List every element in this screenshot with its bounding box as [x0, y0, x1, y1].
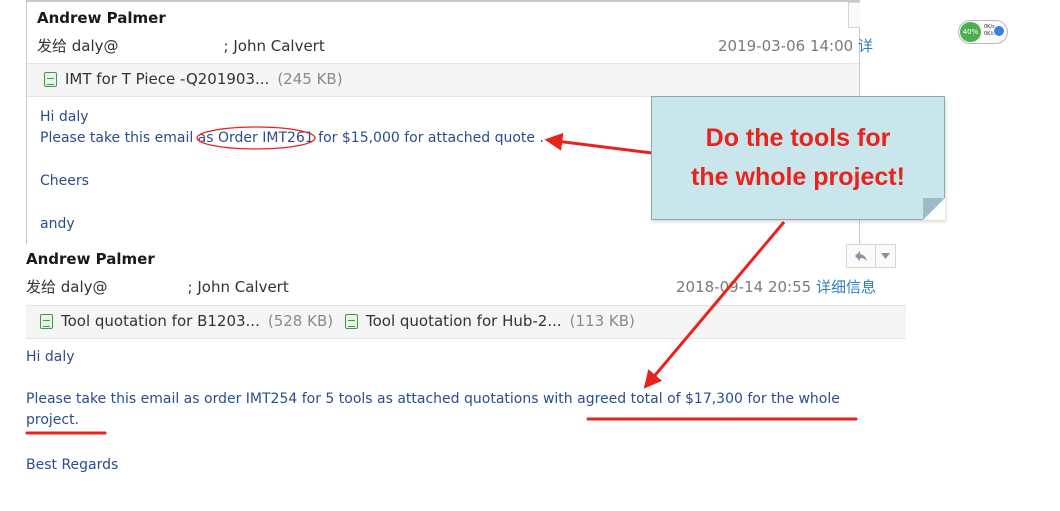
- boost-icon[interactable]: [993, 25, 1005, 37]
- callout-line-1: Do the tools for: [705, 124, 891, 152]
- network-speed-widget[interactable]: 40% 0K/s 0K/s: [958, 20, 1008, 44]
- cpu-usage-badge: 40%: [960, 22, 981, 42]
- callout-arrow-top: [544, 132, 661, 156]
- annotation-layer: [25, 126, 858, 435]
- callout-box: Do the tools for the whole project!: [651, 96, 945, 220]
- callout-text: Do the tools for the whole project!: [652, 119, 944, 197]
- callout-line-2: the whole project!: [691, 163, 905, 191]
- callout-arrow-bottom: [643, 221, 786, 389]
- callout-fold-corner: [923, 198, 945, 220]
- order-circle: [196, 126, 316, 150]
